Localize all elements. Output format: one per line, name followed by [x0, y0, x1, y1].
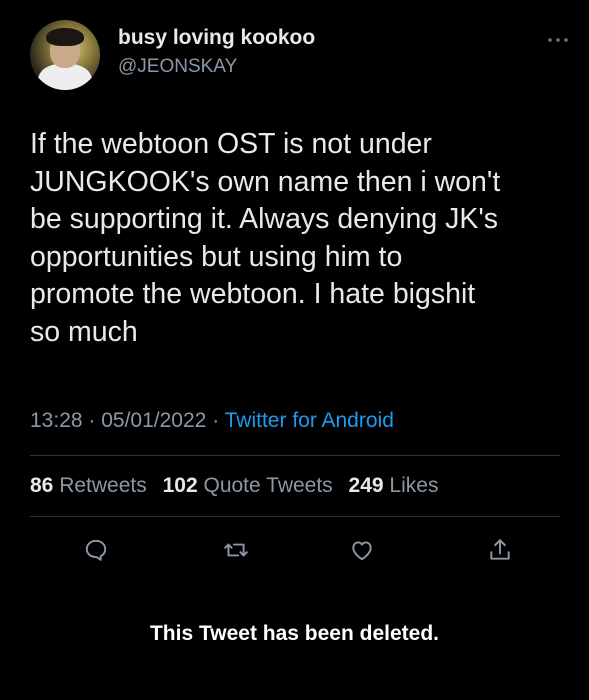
tweet-time[interactable]: 13:28 — [30, 409, 83, 432]
meta-separator: · — [212, 409, 225, 432]
tweet-text-line: opportunities but using him to — [30, 240, 403, 273]
quote-tweets-label: Quote Tweets — [203, 474, 333, 497]
quote-tweets-count: 102 — [162, 474, 198, 497]
meta-separator: · — [88, 409, 102, 432]
retweets-label: Retweets — [59, 474, 147, 497]
display-name[interactable]: busy loving kookoo — [118, 26, 315, 50]
tweet-text-line: If the webtoon OST is not under — [30, 128, 432, 160]
divider — [30, 516, 560, 517]
deleted-notice: This Tweet has been deleted. — [149, 622, 440, 645]
action-bar — [30, 530, 560, 570]
engagement-stats: 86 Retweets 102 Quote Tweets 249 Likes — [30, 474, 438, 498]
avatar[interactable] — [30, 20, 100, 90]
quote-tweets-stat[interactable]: 102 Quote Tweets — [163, 474, 333, 497]
like-icon[interactable] — [342, 530, 382, 570]
more-horizontal-icon[interactable] — [546, 28, 570, 49]
tweet-text-line: be supporting it. Always denying JK's — [30, 203, 499, 235]
tweet-date[interactable]: 05/01/2022 — [101, 409, 206, 432]
avatar-hair-shape — [46, 28, 84, 46]
likes-count: 249 — [348, 474, 384, 497]
tweet-text-line: so much — [30, 315, 138, 348]
retweet-icon[interactable] — [216, 530, 256, 570]
user-handle[interactable]: @JEONSKAY — [118, 56, 237, 78]
tweet-meta: 13:28 · 05/01/2022 · Twitter for Android — [30, 409, 394, 433]
tweet-text: If the webtoon OST is not under JUNGKOOK… — [30, 126, 560, 351]
likes-stat[interactable]: 249 Likes — [349, 474, 439, 497]
reply-icon[interactable] — [76, 530, 116, 570]
share-icon[interactable] — [480, 530, 520, 570]
tweet-text-line: JUNGKOOK's own name then i won't — [30, 165, 501, 198]
likes-label: Likes — [389, 474, 439, 497]
retweets-count: 86 — [30, 474, 54, 497]
tweet-text-line: promote the webtoon. I hate bigshit — [30, 278, 476, 310]
tweet-header: busy loving kookoo @JEONSKAY — [30, 14, 570, 94]
retweets-stat[interactable]: 86 Retweets — [30, 474, 147, 497]
tweet-source-link[interactable]: Twitter for Android — [225, 409, 394, 432]
divider — [30, 455, 560, 456]
